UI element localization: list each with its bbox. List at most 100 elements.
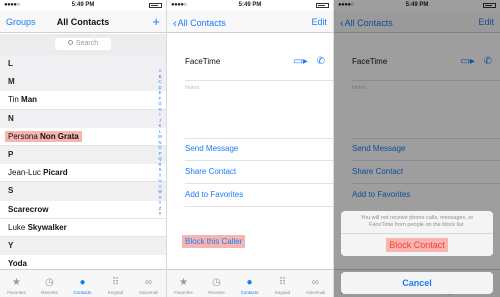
- section-header: P: [0, 145, 166, 165]
- tab-label: Voicemail: [305, 290, 326, 295]
- tab-label: Contacts: [240, 290, 259, 295]
- contact-last-name: Scarecrow: [8, 204, 49, 214]
- chevron-left-icon: ‹: [173, 18, 177, 30]
- divider: [185, 80, 333, 81]
- tab-favorites[interactable]: ★ Favorites: [167, 276, 200, 295]
- contact-name: Yoda: [8, 259, 27, 268]
- search-bar: Search: [0, 34, 166, 55]
- contact-row[interactable]: Luke Skywalker: [0, 219, 166, 237]
- tab-bar: ★ Favorites ◷ Recents ● Contacts ⠿ Keypad ∞ Voice…: [0, 269, 166, 297]
- section-letter: L: [8, 59, 13, 68]
- index-letter[interactable]: #: [156, 211, 164, 217]
- search-input[interactable]: Search: [55, 38, 111, 50]
- alphabet-index[interactable]: A B C D E F G H I J K L M N O P Q R S T U V W X Y Z #: [156, 68, 164, 217]
- section-letter: M: [8, 77, 15, 87]
- contact-name: Jean-Luc Picard: [8, 168, 68, 177]
- contact-last-name: Skywalker: [27, 222, 67, 232]
- notes-field[interactable]: Notes: [185, 85, 333, 91]
- recents-icon: ◷: [212, 277, 221, 288]
- contact-name: Luke Skywalker: [8, 223, 67, 232]
- block-contact-button[interactable]: Block Contact: [341, 234, 493, 256]
- action-sheet-message: You will not receive phone calls, messag…: [341, 211, 493, 234]
- contact-detail-screen: ●●●●○ 5:49 PM ‹All Contacts Edit FaceTim…: [167, 0, 333, 297]
- contact-row[interactable]: Scarecrow: [0, 201, 166, 219]
- add-contact-button[interactable]: +: [152, 14, 160, 29]
- section-header: N: [0, 109, 166, 128]
- status-bar: ●●●●○ 5:49 PM: [0, 0, 166, 11]
- add-to-favorites-button[interactable]: Add to Favorites: [185, 190, 333, 199]
- contact-last-name: Picard: [43, 168, 68, 178]
- navigation-bar: Groups All Contacts +: [0, 11, 166, 33]
- edit-button[interactable]: Edit: [311, 17, 327, 27]
- block-caller-button[interactable]: Block this Caller: [182, 235, 333, 248]
- contact-last-name: Non Grata: [40, 131, 79, 141]
- phone-icon[interactable]: ✆: [317, 56, 325, 67]
- divider: [185, 160, 333, 161]
- tab-recents[interactable]: ◷ Recents: [200, 276, 233, 295]
- block-confirmation-screen: ●●●●○ 5:49 PM ‹All Contacts Edit FaceTim…: [334, 0, 500, 297]
- section-letter: N: [8, 113, 14, 123]
- contact-last-name: Man: [21, 95, 38, 105]
- section-letter: Y: [8, 240, 14, 250]
- search-placeholder: Search: [75, 40, 99, 47]
- send-message-button[interactable]: Send Message: [185, 144, 333, 153]
- contact-name: Tin Man: [8, 95, 37, 104]
- tab-bar: ★ Favorites ◷ Recents ● Contacts ⠿ Keypad ∞ Voice…: [167, 269, 333, 297]
- contact-first-name: Luke: [8, 222, 28, 232]
- search-icon: [67, 40, 73, 45]
- section-header: M: [0, 73, 166, 92]
- section-header: L: [0, 55, 166, 74]
- contact-name: Scarecrow: [8, 205, 48, 214]
- section-letter: S: [8, 186, 14, 196]
- facetime-row: FaceTime ▭▸ ✆: [185, 56, 333, 78]
- recents-icon: ◷: [45, 277, 54, 288]
- tab-voicemail[interactable]: ∞ Voicemail: [299, 276, 332, 295]
- contact-row[interactable]: Jean-Luc Picard: [0, 164, 166, 183]
- tab-label: Voicemail: [138, 290, 159, 295]
- navigation-bar: ‹All Contacts Edit: [167, 11, 333, 33]
- video-camera-icon[interactable]: ▭▸: [293, 56, 307, 67]
- facetime-actions: ▭▸ ✆: [293, 56, 325, 68]
- tab-label: Recents: [208, 290, 225, 295]
- block-contact-label: Block Contact: [386, 238, 448, 252]
- tab-contacts[interactable]: ● Contacts: [233, 276, 266, 295]
- contact-list: L M Tin Man N Persona Non Grata P Jean-Luc Pic…: [0, 55, 166, 274]
- tab-label: Favorites: [174, 290, 193, 295]
- tab-keypad[interactable]: ⠿ Keypad: [266, 276, 299, 295]
- voicemail-icon: ∞: [144, 277, 153, 288]
- contact-first-name: Tin: [8, 95, 22, 105]
- tab-contacts[interactable]: ● Contacts: [66, 276, 99, 295]
- tab-favorites[interactable]: ★ Favorites: [0, 276, 33, 295]
- cancel-button[interactable]: Cancel: [341, 272, 493, 294]
- action-sheet: You will not receive phone calls, messag…: [341, 211, 493, 256]
- keypad-icon: ⠿: [278, 277, 287, 288]
- tab-voicemail[interactable]: ∞ Voicemail: [132, 276, 165, 295]
- section-header: Y: [0, 236, 166, 256]
- status-time: 5:49 PM: [71, 2, 95, 8]
- status-time: 5:49 PM: [238, 2, 262, 8]
- keypad-icon: ⠿: [111, 277, 120, 288]
- page-title: All Contacts: [56, 17, 110, 27]
- tab-keypad[interactable]: ⠿ Keypad: [99, 276, 132, 295]
- share-contact-button[interactable]: Share Contact: [185, 167, 333, 176]
- back-label: All Contacts: [177, 18, 226, 28]
- contact-row[interactable]: Persona Non Grata: [0, 128, 166, 146]
- tab-label: Keypad: [274, 290, 291, 295]
- favorites-icon: ★: [179, 277, 188, 288]
- tab-recents[interactable]: ◷ Recents: [33, 276, 66, 295]
- contacts-icon: ●: [246, 277, 253, 288]
- section-header: S: [0, 182, 166, 201]
- back-button[interactable]: ‹All Contacts: [173, 17, 226, 30]
- contacts-icon: ●: [79, 277, 86, 288]
- tab-label: Favorites: [7, 290, 26, 295]
- block-caller-label: Block this Caller: [182, 235, 246, 248]
- contact-row[interactable]: Tin Man: [0, 91, 166, 110]
- divider: [185, 206, 333, 207]
- status-bar: ●●●●○ 5:49 PM: [167, 0, 333, 11]
- voicemail-icon: ∞: [311, 277, 320, 288]
- divider: [185, 138, 333, 139]
- facetime-label: FaceTime: [185, 57, 221, 66]
- tab-label: Keypad: [107, 290, 124, 295]
- contact-first-name: Persona: [8, 131, 41, 141]
- tab-label: Recents: [41, 290, 58, 295]
